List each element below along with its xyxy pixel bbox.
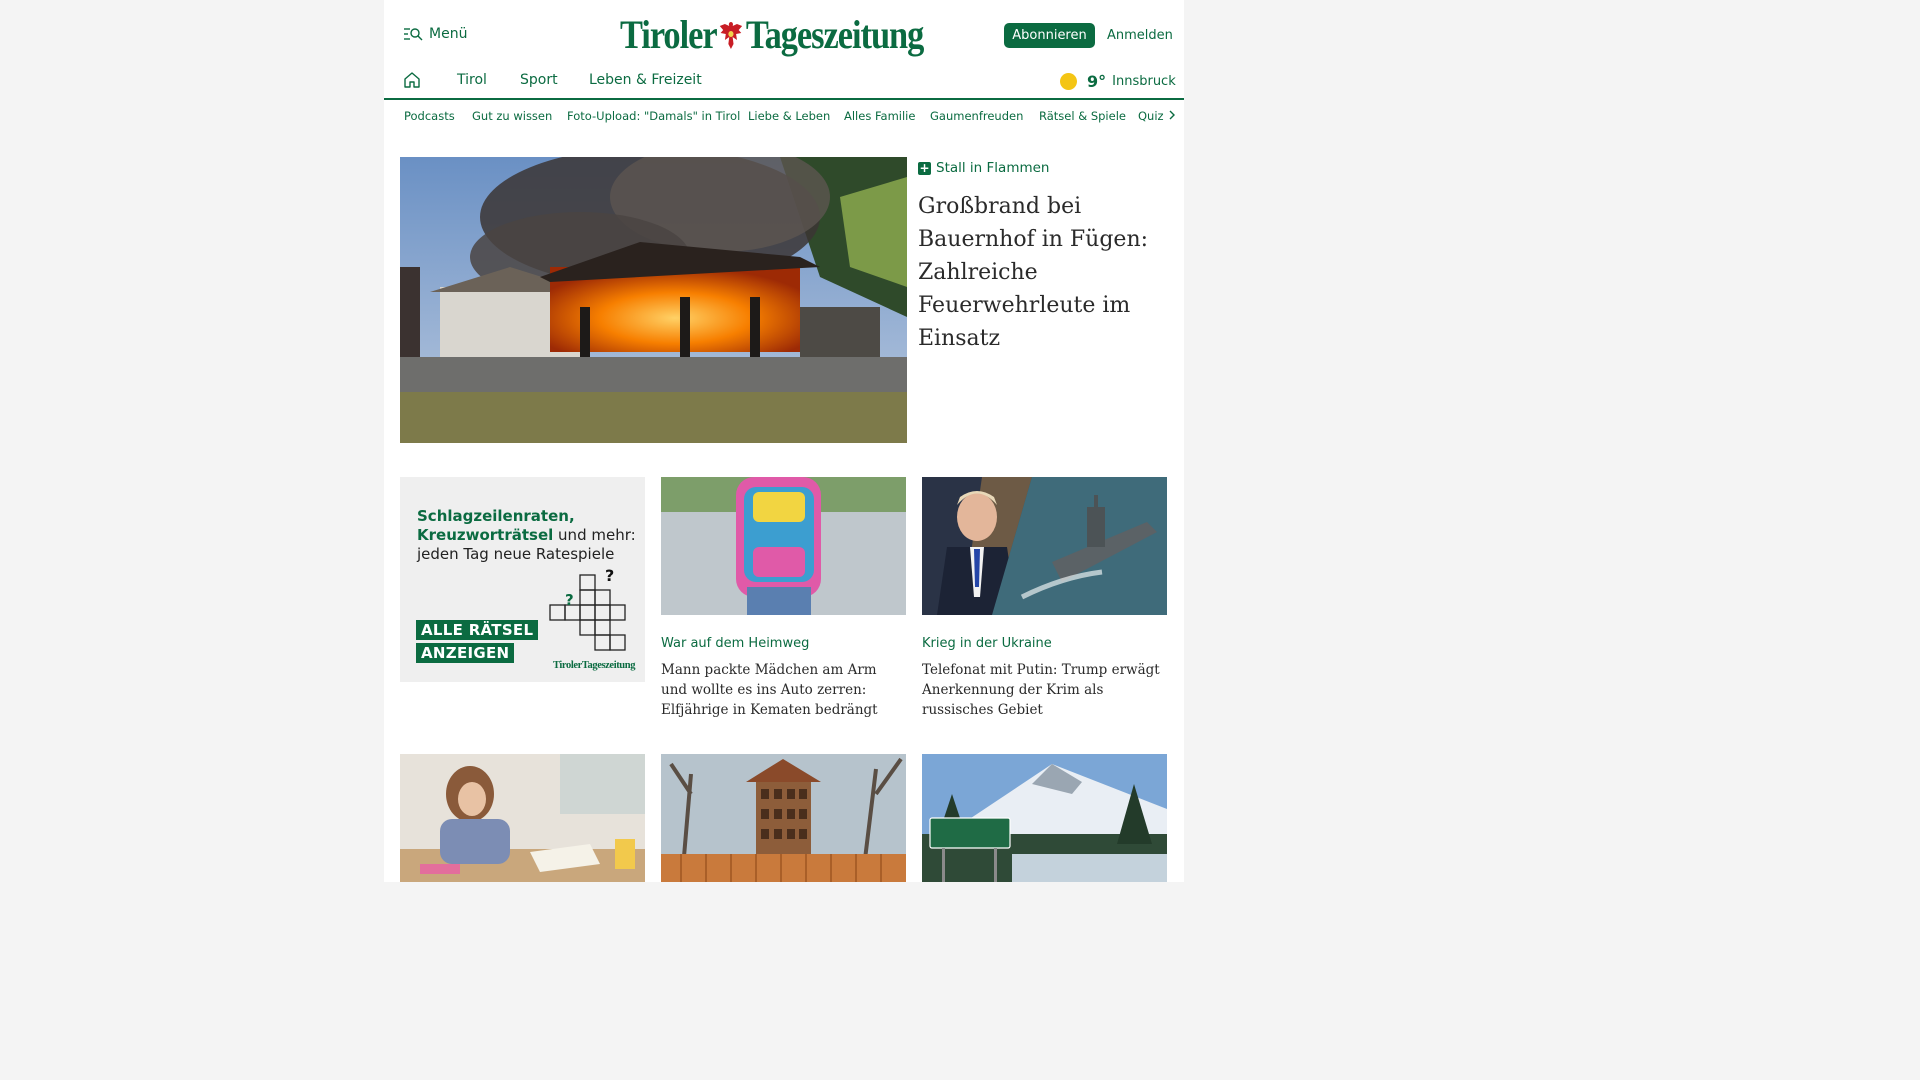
- puzzle-promo-line2: Kreuzworträtsel und mehr:: [417, 526, 636, 545]
- hero-kicker[interactable]: + Stall in Flammen: [918, 160, 1049, 176]
- eagle-icon: [720, 22, 743, 49]
- menu-label: Menü: [429, 26, 468, 42]
- girl-backpack-illustration: [661, 477, 906, 615]
- puzzle-promo-card[interactable]: Schlagzeilenraten, Kreuzworträtsel und m…: [400, 477, 645, 682]
- svg-text:?: ?: [605, 567, 614, 585]
- nav-item-leben-freizeit[interactable]: Leben & Freizeit: [589, 72, 702, 88]
- svg-text:?: ?: [565, 591, 574, 609]
- nav-item-sport[interactable]: Sport: [520, 72, 558, 88]
- lake-sign-illustration: [922, 754, 1167, 882]
- weather-widget[interactable]: 9° Innsbruck: [1060, 72, 1176, 91]
- article-image-student-studying[interactable]: [400, 754, 645, 882]
- main-nav: Tirol Sport Leben & Freizeit 9° Innsbruc…: [384, 60, 1184, 100]
- hero-kicker-label: Stall in Flammen: [936, 160, 1050, 176]
- article-image-lake-sign[interactable]: [922, 754, 1167, 882]
- article-image-girl-backpack[interactable]: [661, 477, 906, 615]
- sun-icon: [1060, 73, 1077, 90]
- dovecote-illustration: [661, 754, 906, 882]
- burning-barn-illustration: [400, 157, 907, 443]
- article-image-dovecote[interactable]: [661, 754, 906, 882]
- chevron-right-icon[interactable]: [1168, 108, 1176, 122]
- article-image-trump-warship[interactable]: [922, 477, 1167, 615]
- login-link[interactable]: Anmelden: [1107, 28, 1173, 43]
- plus-icon: +: [918, 160, 931, 175]
- crossword-grid-icon: ? ?: [549, 567, 626, 651]
- article-kicker[interactable]: Krieg in der Ukraine: [922, 636, 1052, 651]
- menu-search-icon: [404, 28, 423, 41]
- home-icon[interactable]: [403, 71, 421, 88]
- site-logo[interactable]: Tiroler Tageszeitung: [620, 10, 925, 60]
- article-title[interactable]: Mann packte Mädchen am Arm und wollte es…: [661, 660, 906, 720]
- menu-button[interactable]: Menü: [403, 26, 467, 42]
- sub-nav-item-liebe-leben[interactable]: Liebe & Leben: [748, 109, 830, 123]
- subscribe-button[interactable]: Abonnieren: [1004, 23, 1095, 48]
- hero-image[interactable]: [400, 157, 907, 443]
- logo-text-left: Tiroler: [620, 12, 718, 57]
- puzzle-promo-line1: Schlagzeilenraten,: [417, 507, 575, 525]
- hero-title[interactable]: Großbrand bei Bauernhof in Fügen: Zahlre…: [918, 190, 1168, 355]
- puzzle-promo-line3: jeden Tag neue Ratespiele: [417, 545, 615, 563]
- puzzle-promo-button-line1[interactable]: ALLE RÄTSEL: [416, 620, 539, 640]
- logo-text-right: Tageszeitung: [745, 12, 925, 57]
- puzzle-promo-logo: TirolerTageszeitung: [553, 660, 636, 671]
- sub-nav-item-gut-zu-wissen[interactable]: Gut zu wissen: [472, 109, 552, 123]
- sub-nav-item-quiz[interactable]: Quiz: [1138, 109, 1164, 123]
- sub-nav-item-podcasts[interactable]: Podcasts: [404, 109, 455, 123]
- weather-temperature: 9°: [1087, 72, 1107, 91]
- sub-nav-item-raetsel-spiele[interactable]: Rätsel & Spiele: [1039, 109, 1126, 123]
- weather-city: Innsbruck: [1112, 74, 1176, 89]
- article-title[interactable]: Telefonat mit Putin: Trump erwägt Anerke…: [922, 660, 1167, 720]
- sub-nav-item-gaumenfreuden[interactable]: Gaumenfreuden: [930, 109, 1023, 123]
- sub-nav: Podcasts Gut zu wissen Foto-Upload: "Dam…: [384, 100, 1184, 132]
- sub-nav-item-alles-familie[interactable]: Alles Familie: [844, 109, 915, 123]
- puzzle-promo-line2-rest: und mehr:: [553, 526, 636, 544]
- article-kicker[interactable]: War auf dem Heimweg: [661, 636, 809, 651]
- page: Menü Tiroler Tageszeitung Abonnieren Anm…: [384, 0, 1184, 882]
- sub-nav-item-foto-upload[interactable]: Foto-Upload: "Damals" in Tirol: [567, 109, 740, 123]
- student-studying-illustration: [400, 754, 645, 882]
- puzzle-promo-highlight: Kreuzworträtsel: [417, 526, 554, 544]
- nav-item-tirol[interactable]: Tirol: [457, 72, 487, 88]
- trump-warship-illustration: [922, 477, 1167, 615]
- puzzle-promo-button-line2[interactable]: ANZEIGEN: [416, 643, 515, 663]
